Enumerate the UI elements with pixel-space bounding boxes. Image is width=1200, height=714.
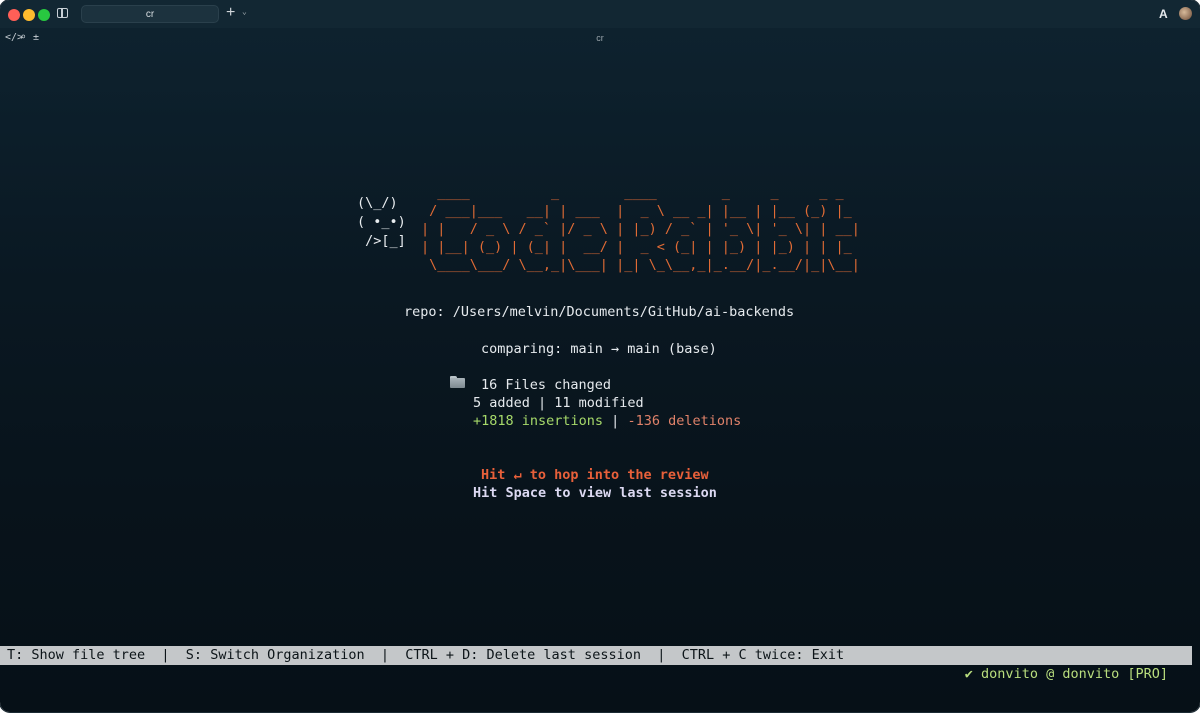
chevron-down-icon[interactable]: ⌄ — [242, 7, 247, 16]
ai-assistant-icon[interactable]: A — [1159, 7, 1168, 21]
avatar[interactable] — [1179, 7, 1192, 20]
diff-stats: +1818 insertions | -136 deletions — [473, 413, 741, 429]
repo-path: repo: /Users/melvin/Documents/GitHub/ai-… — [404, 304, 795, 320]
terminal-window: cr + ⌄ A </> ⌕ ± cr (\_/) ( •_•) />[_] _… — [0, 0, 1200, 712]
zoom-window-button[interactable] — [38, 9, 50, 21]
minimize-window-button[interactable] — [23, 9, 35, 21]
change-counts: 5 added | 11 modified — [473, 395, 644, 411]
tab-cr[interactable]: cr — [81, 5, 219, 23]
sub-toolbar: </> ⌕ ± cr — [0, 28, 1200, 48]
title-bar: cr + ⌄ A — [0, 0, 1200, 28]
close-window-button[interactable] — [8, 9, 20, 21]
last-session-hint: Hit Space to view last session — [473, 485, 717, 501]
stats-separator: | — [603, 413, 628, 429]
sidebar-toggle-icon[interactable] — [57, 8, 68, 18]
user-status: ✔ donvito @ donvito [PRO] — [964, 666, 1168, 682]
session-title: cr — [596, 33, 604, 43]
deletions-count: -136 deletions — [627, 413, 742, 429]
insertions-count: +1818 insertions — [473, 413, 604, 429]
keyboard-shortcuts-bar: T: Show file tree | S: Switch Organizati… — [0, 646, 1192, 665]
review-hint: Hit ↵ to hop into the review — [481, 467, 709, 483]
folder-icon — [450, 376, 465, 388]
files-changed: 16 Files changed — [481, 377, 612, 393]
branch-comparison: comparing: main → main (base) — [481, 341, 717, 357]
ascii-banner: ____ _ ____ _ _ _ _ / ___|___ __| | ___ … — [421, 185, 860, 273]
new-tab-button[interactable]: + — [226, 4, 235, 22]
ascii-mascot: (\_/) ( •_•) />[_] — [357, 195, 406, 249]
